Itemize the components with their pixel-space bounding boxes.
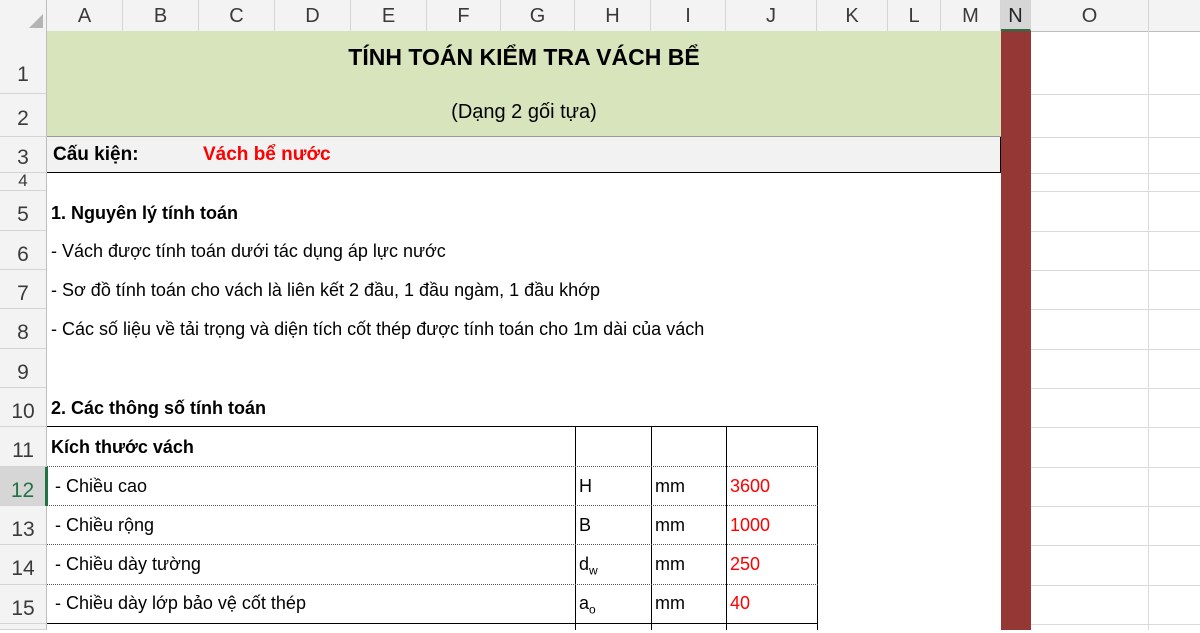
- gridline: [1031, 624, 1200, 625]
- row-header-3[interactable]: 3: [0, 137, 47, 173]
- gridline: [1031, 467, 1200, 468]
- column-header-c[interactable]: C: [199, 0, 275, 31]
- params-table-divider: [651, 426, 652, 630]
- param-name[interactable]: - Chiều dày lớp bảo vệ cốt thép: [55, 593, 306, 614]
- gridline: [1031, 585, 1200, 586]
- row-header-4[interactable]: 4: [0, 172, 47, 191]
- row-header-12[interactable]: 12: [0, 467, 47, 506]
- component-band: [47, 137, 1001, 173]
- params-row-separator: [47, 584, 818, 585]
- gridline: [1031, 231, 1200, 232]
- param-unit[interactable]: mm: [655, 515, 685, 536]
- param-value[interactable]: 40: [730, 593, 750, 614]
- gridline: [1031, 94, 1200, 95]
- gridline: [1031, 349, 1200, 350]
- section2-heading[interactable]: 2. Các thông số tính toán: [51, 398, 266, 419]
- row-header-11[interactable]: 11: [0, 427, 47, 467]
- column-header-b[interactable]: B: [123, 0, 199, 31]
- params-table-divider: [726, 426, 727, 630]
- column-header-g[interactable]: G: [501, 0, 575, 31]
- select-all-corner[interactable]: [0, 0, 47, 31]
- params-row-separator: [47, 623, 818, 624]
- params-row-separator: [47, 505, 818, 506]
- row-header-15[interactable]: 15: [0, 585, 47, 624]
- row-header-7[interactable]: 7: [0, 270, 47, 309]
- column-header-d[interactable]: D: [275, 0, 351, 31]
- principle-line-1[interactable]: - Vách được tính toán dưới tác dụng áp l…: [51, 241, 446, 262]
- gridline: [1031, 137, 1200, 138]
- gridline: [1031, 506, 1200, 507]
- section1-heading[interactable]: 1. Nguyên lý tính toán: [51, 203, 238, 224]
- row-header-13[interactable]: 13: [0, 506, 47, 545]
- row-header-16[interactable]: [0, 624, 47, 630]
- sheet-subtitle[interactable]: (Dạng 2 gối tựa): [47, 101, 1001, 124]
- param-symbol[interactable]: H: [579, 476, 592, 500]
- column-header-a[interactable]: A: [47, 0, 123, 31]
- gridline: [1031, 270, 1200, 271]
- row-header-1[interactable]: 1: [0, 31, 47, 94]
- column-header-h[interactable]: H: [575, 0, 651, 31]
- gridline: [1148, 31, 1149, 630]
- table-heading[interactable]: Kích thước vách: [51, 437, 194, 458]
- gridline: [1031, 173, 1200, 174]
- column-header-e[interactable]: E: [351, 0, 427, 31]
- column-header-j[interactable]: J: [726, 0, 817, 31]
- param-unit[interactable]: mm: [655, 476, 685, 497]
- column-header-m[interactable]: M: [941, 0, 1001, 31]
- param-symbol[interactable]: B: [579, 515, 591, 539]
- param-value[interactable]: 1000: [730, 515, 770, 536]
- params-row-separator: [47, 544, 818, 545]
- param-value[interactable]: 250: [730, 554, 760, 575]
- column-header-bar: A B C D E F G H I J K L M N O: [0, 0, 1200, 32]
- param-unit[interactable]: mm: [655, 554, 685, 575]
- param-name[interactable]: - Chiều dày tường: [55, 554, 201, 575]
- row-header-14[interactable]: 14: [0, 545, 47, 585]
- gridline: [1031, 191, 1200, 192]
- component-label[interactable]: Cấu kiện:: [53, 144, 139, 166]
- row-header-2[interactable]: 2: [0, 94, 47, 137]
- select-all-triangle-icon: [29, 14, 43, 28]
- column-header-l[interactable]: L: [888, 0, 941, 31]
- gridline: [1031, 545, 1200, 546]
- param-name[interactable]: - Chiều cao: [55, 476, 147, 497]
- row-header-8[interactable]: 8: [0, 309, 47, 349]
- column-header-k[interactable]: K: [817, 0, 888, 31]
- column-n-fill: [1001, 31, 1031, 630]
- param-unit[interactable]: mm: [655, 593, 685, 614]
- column-header-n[interactable]: N: [1001, 0, 1031, 31]
- row-header-9[interactable]: 9: [0, 349, 47, 388]
- row-header-6[interactable]: 6: [0, 231, 47, 270]
- row-header-5[interactable]: 5: [0, 191, 47, 231]
- column-header-i[interactable]: I: [651, 0, 726, 31]
- sheet-title[interactable]: TÍNH TOÁN KIỂM TRA VÁCH BỂ: [47, 44, 1001, 71]
- params-table-divider: [575, 426, 576, 630]
- column-header-f[interactable]: F: [427, 0, 501, 31]
- active-row-indicator: [45, 467, 48, 506]
- column-header-o[interactable]: O: [1031, 0, 1149, 31]
- gridline: [1031, 427, 1200, 428]
- params-row-separator: [47, 466, 818, 467]
- param-value[interactable]: 3600: [730, 476, 770, 497]
- principle-line-3[interactable]: - Các số liệu về tải trọng và diện tích …: [51, 319, 704, 340]
- component-value[interactable]: Vách bể nước: [203, 144, 331, 166]
- param-name[interactable]: - Chiều rộng: [55, 515, 154, 536]
- gridline: [1031, 309, 1200, 310]
- principle-line-2[interactable]: - Sơ đồ tính toán cho vách là liên kết 2…: [51, 280, 600, 301]
- gridline: [1031, 388, 1200, 389]
- param-symbol[interactable]: dw: [579, 554, 598, 578]
- param-symbol[interactable]: ao: [579, 593, 596, 617]
- row-header-10[interactable]: 10: [0, 388, 47, 427]
